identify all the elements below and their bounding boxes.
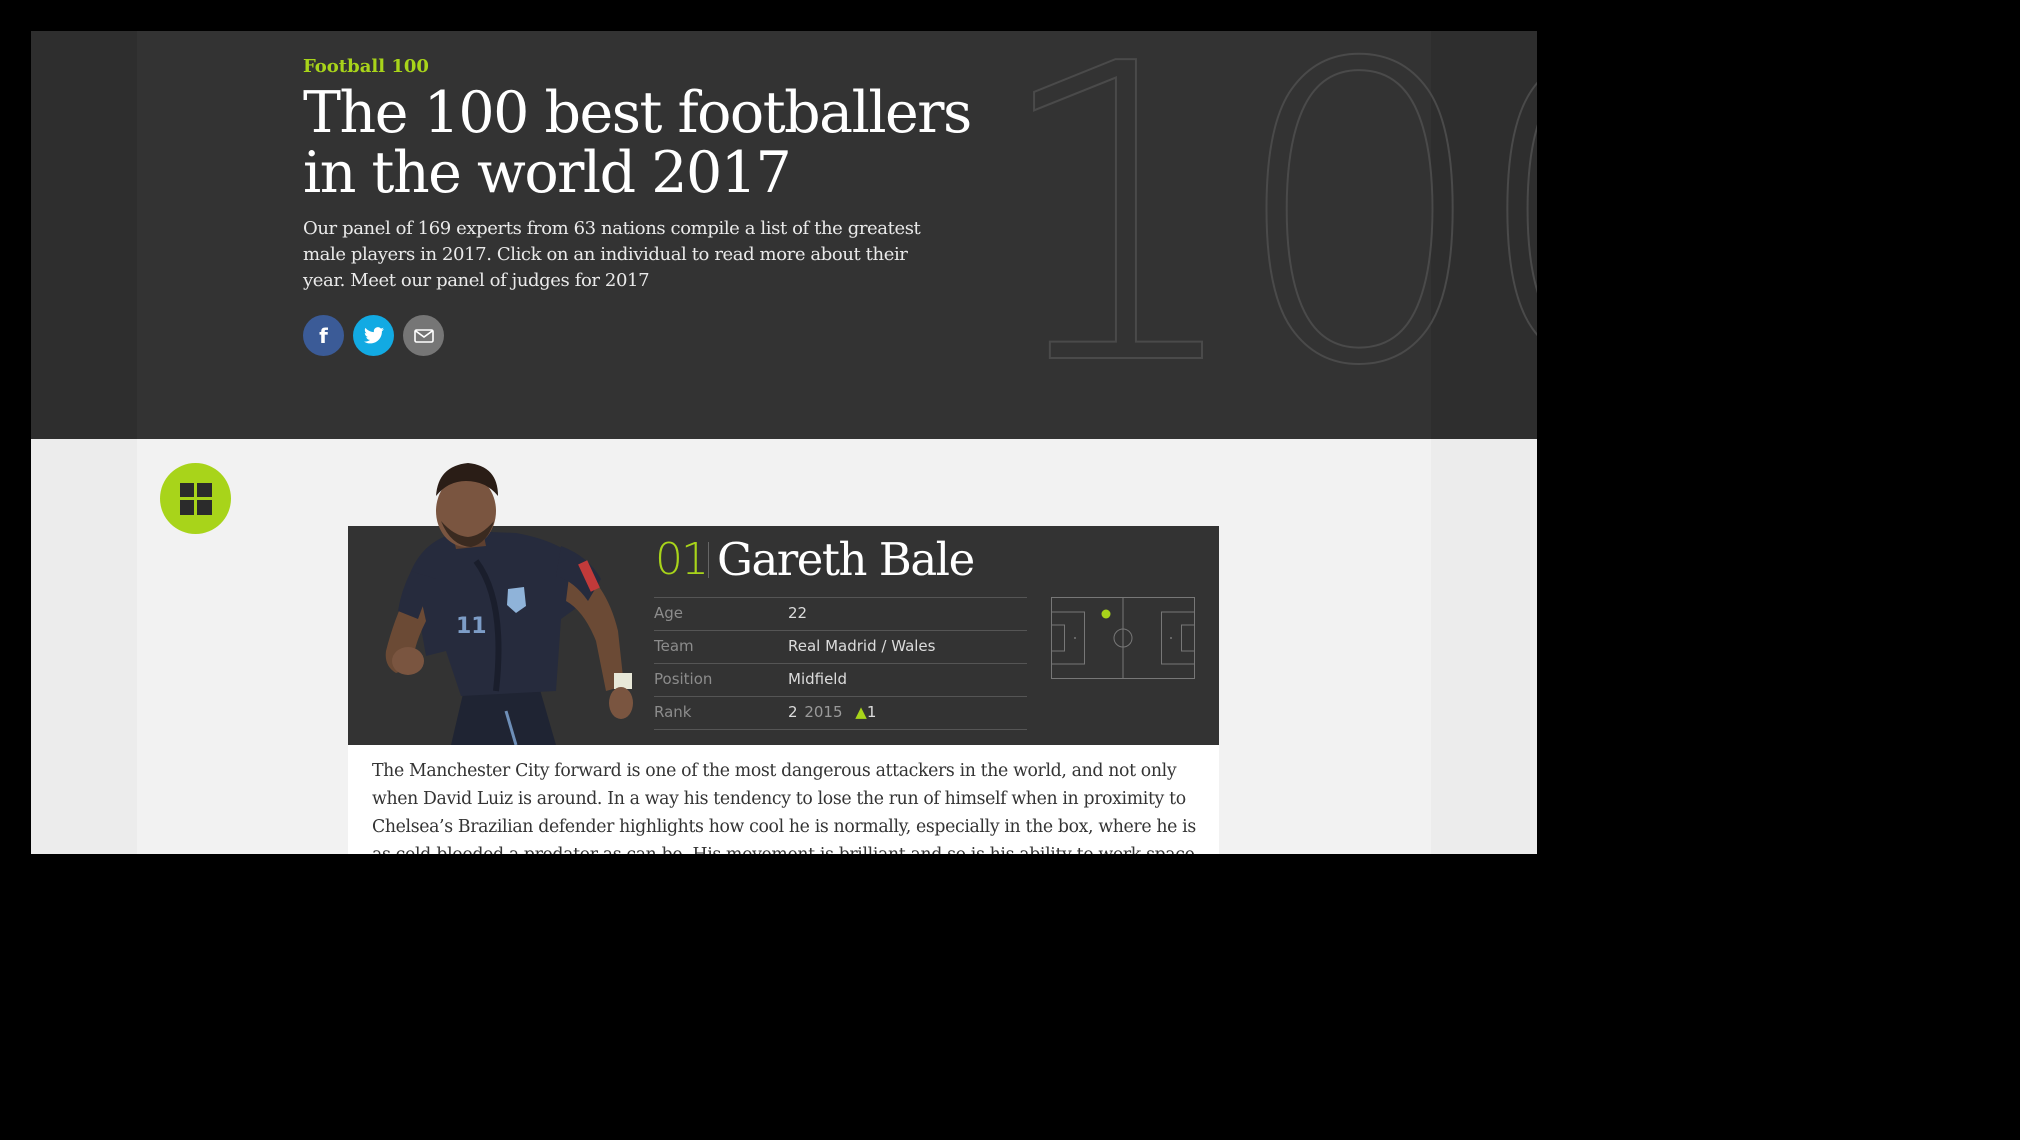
stat-row-rank: Rank 2 2015 ▲1 (654, 697, 1027, 730)
stat-value: Midfield (788, 670, 847, 688)
stat-row-position: Position Midfield (654, 664, 1027, 697)
facebook-share-button[interactable]: f (303, 315, 344, 356)
grid-view-button[interactable] (160, 463, 231, 534)
twitter-icon (363, 327, 384, 344)
stat-value: Real Madrid / Wales (788, 637, 936, 655)
content-margin-right (1431, 439, 1537, 854)
twitter-share-button[interactable] (353, 315, 394, 356)
facebook-icon: f (319, 323, 328, 348)
stat-label: Rank (654, 703, 692, 721)
stat-value-rank: 2 2015 ▲1 (788, 703, 876, 721)
header-band: 100 Football 100 The 100 best footballer… (31, 31, 1537, 439)
svg-text:11: 11 (456, 614, 487, 639)
player-position-marker (1101, 609, 1111, 619)
header-margin-left (31, 31, 137, 439)
stat-label: Age (654, 604, 684, 622)
page-frame: 100 Football 100 The 100 best footballer… (31, 31, 1537, 854)
rank-divider (708, 542, 709, 578)
rank-up-arrow-icon: ▲ (855, 703, 867, 721)
grid-icon (179, 482, 212, 515)
previous-rank-year: 2015 (804, 703, 843, 721)
description-text: The Manchester City forward is one of th… (372, 761, 1196, 854)
player-description: The Manchester City forward is one of th… (348, 745, 1219, 854)
stat-row-team: Team Real Madrid / Wales (654, 631, 1027, 664)
big-number-decoration: 100 (988, 31, 1537, 455)
player-name[interactable]: Gareth Bale (717, 533, 975, 586)
player-photo: 11 (385, 463, 633, 745)
share-buttons: f (303, 315, 444, 356)
stat-value: 22 (788, 604, 808, 622)
email-icon (413, 328, 434, 343)
stat-row-age: Age 22 (654, 598, 1027, 631)
player-rank: 01 (655, 534, 709, 585)
stat-label: Position (654, 670, 713, 688)
rank-change: 1 (866, 703, 877, 721)
email-share-button[interactable] (403, 315, 444, 356)
stat-label: Team (654, 637, 694, 655)
pitch-position-diagram (1051, 597, 1195, 679)
page-title: The 100 best footballers in the world 20… (303, 80, 972, 206)
intro-text: Our panel of 169 experts from 63 nations… (303, 218, 921, 291)
previous-rank: 2 (788, 703, 798, 721)
player-stats-table: Age 22 Team Real Madrid / Wales Position… (654, 597, 1027, 730)
content-margin-left (31, 439, 137, 854)
section-kicker[interactable]: Football 100 (303, 56, 429, 77)
